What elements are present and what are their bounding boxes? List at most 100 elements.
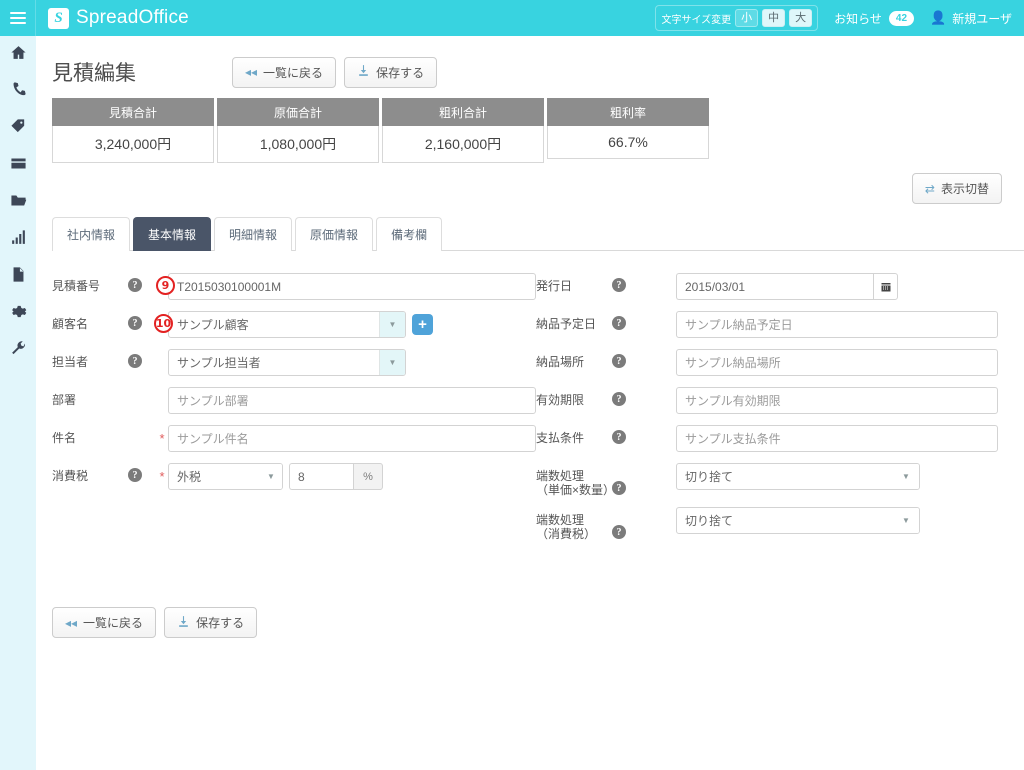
tab-basic-info[interactable]: 基本情報 bbox=[133, 217, 212, 251]
back-to-list-button-bottom[interactable]: ◂◂ 一覧に戻る bbox=[52, 607, 157, 638]
save-button-top[interactable]: 保存する bbox=[344, 56, 438, 88]
rounding-unit-label-line2: （単価×数量） bbox=[536, 483, 616, 497]
sidebar-item-settings[interactable] bbox=[0, 295, 36, 332]
field-row-subject: 件名 * サンプル件名 bbox=[52, 425, 536, 453]
valid-until-label: 有効期限 bbox=[536, 393, 585, 407]
hamburger-menu-icon[interactable] bbox=[0, 0, 36, 36]
summary-value: 66.7% bbox=[547, 126, 709, 159]
save-label: 保存する bbox=[196, 616, 245, 630]
summary-cell-estimate-total: 見積合計 3,240,000円 bbox=[52, 98, 214, 163]
tab-detail-info[interactable]: 明細情報 bbox=[214, 217, 293, 251]
department-label: 部署 bbox=[52, 393, 77, 407]
sidebar-item-document[interactable] bbox=[0, 258, 36, 295]
payment-terms-label: 支払条件 bbox=[536, 431, 585, 445]
help-icon-customer-name[interactable]: ? bbox=[128, 316, 142, 330]
help-icon-delivery-date[interactable]: ? bbox=[612, 316, 626, 330]
form-left-column: 見積番号 ? 9 T2015030100001M 顧客名 ? 10 サンプル顧客… bbox=[36, 273, 536, 551]
subject-input[interactable]: サンプル件名 bbox=[168, 425, 536, 452]
delivery-place-input[interactable]: サンプル納品場所 bbox=[676, 349, 998, 376]
tab-internal-info[interactable]: 社内情報 bbox=[52, 217, 131, 251]
calendar-icon[interactable] bbox=[873, 273, 898, 300]
font-size-switcher[interactable]: 文字サイズ変更 小 中 大 bbox=[655, 5, 819, 31]
summary-value: 2,160,000円 bbox=[382, 126, 544, 163]
field-row-customer-name: 顧客名 ? 10 サンプル顧客 ▼ + bbox=[52, 311, 536, 339]
chevron-down-icon[interactable]: ▼ bbox=[893, 464, 919, 489]
gear-icon bbox=[10, 303, 27, 325]
subject-label: 件名 bbox=[52, 431, 77, 445]
user-menu[interactable]: 👤 新規ユーザ bbox=[930, 10, 1012, 27]
summary-cell-cost-total: 原価合計 1,080,000円 bbox=[217, 98, 379, 163]
chevron-down-icon[interactable]: ▼ bbox=[379, 312, 405, 337]
card-icon bbox=[10, 155, 27, 177]
font-size-large-button[interactable]: 大 bbox=[789, 9, 813, 27]
annotation-marker-10: 10 bbox=[154, 314, 173, 333]
tab-cost-info[interactable]: 原価情報 bbox=[295, 217, 374, 251]
back-to-list-label: 一覧に戻る bbox=[83, 616, 144, 630]
required-asterisk-tax: * bbox=[159, 469, 165, 484]
help-icon-quote-number[interactable]: ? bbox=[128, 278, 142, 292]
chevron-down-icon[interactable]: ▼ bbox=[893, 508, 919, 533]
valid-until-input[interactable]: サンプル有効期限 bbox=[676, 387, 998, 414]
customer-name-select[interactable]: サンプル顧客 ▼ bbox=[168, 311, 406, 338]
chart-icon bbox=[10, 229, 27, 251]
help-icon-tax[interactable]: ? bbox=[128, 468, 142, 482]
field-row-delivery-date: 納品予定日 ? サンプル納品予定日 bbox=[536, 311, 1006, 339]
help-icon-valid-until[interactable]: ? bbox=[612, 392, 626, 406]
help-icon-payment-terms[interactable]: ? bbox=[612, 430, 626, 444]
summary-value: 3,240,000円 bbox=[52, 126, 214, 163]
issue-date-input[interactable]: 2015/03/01 bbox=[676, 273, 874, 300]
field-row-rounding-unit: 端数処理 （単価×数量） ? 切り捨て ▼ bbox=[536, 463, 1006, 497]
back-to-list-button-top[interactable]: ◂◂ 一覧に戻る bbox=[232, 56, 337, 88]
add-customer-button[interactable]: + bbox=[412, 314, 433, 335]
sidebar-item-card[interactable] bbox=[0, 147, 36, 184]
delivery-date-input[interactable]: サンプル納品予定日 bbox=[676, 311, 998, 338]
brand-logo-group[interactable]: S SpreadOffice bbox=[36, 7, 189, 29]
sidebar-item-phone[interactable] bbox=[0, 73, 36, 110]
help-icon-rounding-tax[interactable]: ? bbox=[612, 525, 626, 539]
help-icon-delivery-place[interactable]: ? bbox=[612, 354, 626, 368]
chevron-down-icon[interactable]: ▼ bbox=[260, 464, 282, 489]
person-in-charge-select[interactable]: サンプル担当者 ▼ bbox=[168, 349, 406, 376]
sidebar-item-folder[interactable] bbox=[0, 184, 36, 221]
chevron-down-icon[interactable]: ▼ bbox=[379, 350, 405, 375]
font-size-medium-button[interactable]: 中 bbox=[762, 9, 786, 27]
sidebar-item-tag[interactable] bbox=[0, 110, 36, 147]
tax-type-select[interactable]: 外税 ▼ bbox=[168, 463, 283, 490]
tab-bar: 社内情報 基本情報 明細情報 原価情報 備考欄 bbox=[52, 216, 1024, 251]
summary-header: 見積合計 bbox=[52, 98, 214, 126]
help-icon-issue-date[interactable]: ? bbox=[612, 278, 626, 292]
help-icon-person-in-charge[interactable]: ? bbox=[128, 354, 142, 368]
toggle-display-button[interactable]: ⇄ 表示切替 bbox=[911, 173, 1002, 204]
document-icon bbox=[10, 266, 27, 288]
notifications-label: お知らせ bbox=[834, 11, 882, 26]
quote-number-input[interactable]: T2015030100001M bbox=[168, 273, 536, 300]
summary-cell-margin-rate: 粗利率 66.7% bbox=[547, 98, 709, 163]
tab-remarks[interactable]: 備考欄 bbox=[376, 217, 443, 251]
payment-terms-input[interactable]: サンプル支払条件 bbox=[676, 425, 998, 452]
swap-arrows-icon: ⇄ bbox=[924, 181, 935, 196]
tax-rate-input[interactable]: 8 bbox=[289, 463, 353, 490]
sidebar-item-tools[interactable] bbox=[0, 332, 36, 369]
save-label: 保存する bbox=[376, 65, 425, 80]
customer-name-label: 顧客名 bbox=[52, 317, 89, 331]
rounding-unit-select[interactable]: 切り捨て ▼ bbox=[676, 463, 920, 490]
summary-table: 見積合計 3,240,000円 原価合計 1,080,000円 粗利合計 2,1… bbox=[52, 98, 1024, 163]
left-sidebar bbox=[0, 36, 36, 770]
sidebar-item-home[interactable] bbox=[0, 36, 36, 73]
rounding-tax-value: 切り捨て bbox=[685, 514, 734, 528]
department-input[interactable]: サンプル部署 bbox=[168, 387, 536, 414]
tax-type-value: 外税 bbox=[177, 470, 202, 484]
spreadoffice-logo-icon: S bbox=[48, 7, 69, 29]
top-header-bar: S SpreadOffice 文字サイズ変更 小 中 大 お知らせ 42 👤 新… bbox=[0, 0, 1024, 36]
sidebar-item-chart[interactable] bbox=[0, 221, 36, 258]
required-asterisk-subject: * bbox=[159, 431, 165, 446]
user-name-label: 新規ユーザ bbox=[952, 11, 1012, 26]
notifications-count-badge: 42 bbox=[888, 10, 915, 26]
user-icon: 👤 bbox=[930, 10, 947, 25]
notifications-link[interactable]: お知らせ 42 bbox=[834, 10, 915, 27]
rounding-tax-select[interactable]: 切り捨て ▼ bbox=[676, 507, 920, 534]
save-button-bottom[interactable]: 保存する bbox=[164, 607, 258, 638]
font-size-small-button[interactable]: 小 bbox=[735, 9, 759, 27]
help-icon-rounding-unit[interactable]: ? bbox=[612, 481, 626, 495]
field-row-payment-terms: 支払条件 ? サンプル支払条件 bbox=[536, 425, 1006, 453]
